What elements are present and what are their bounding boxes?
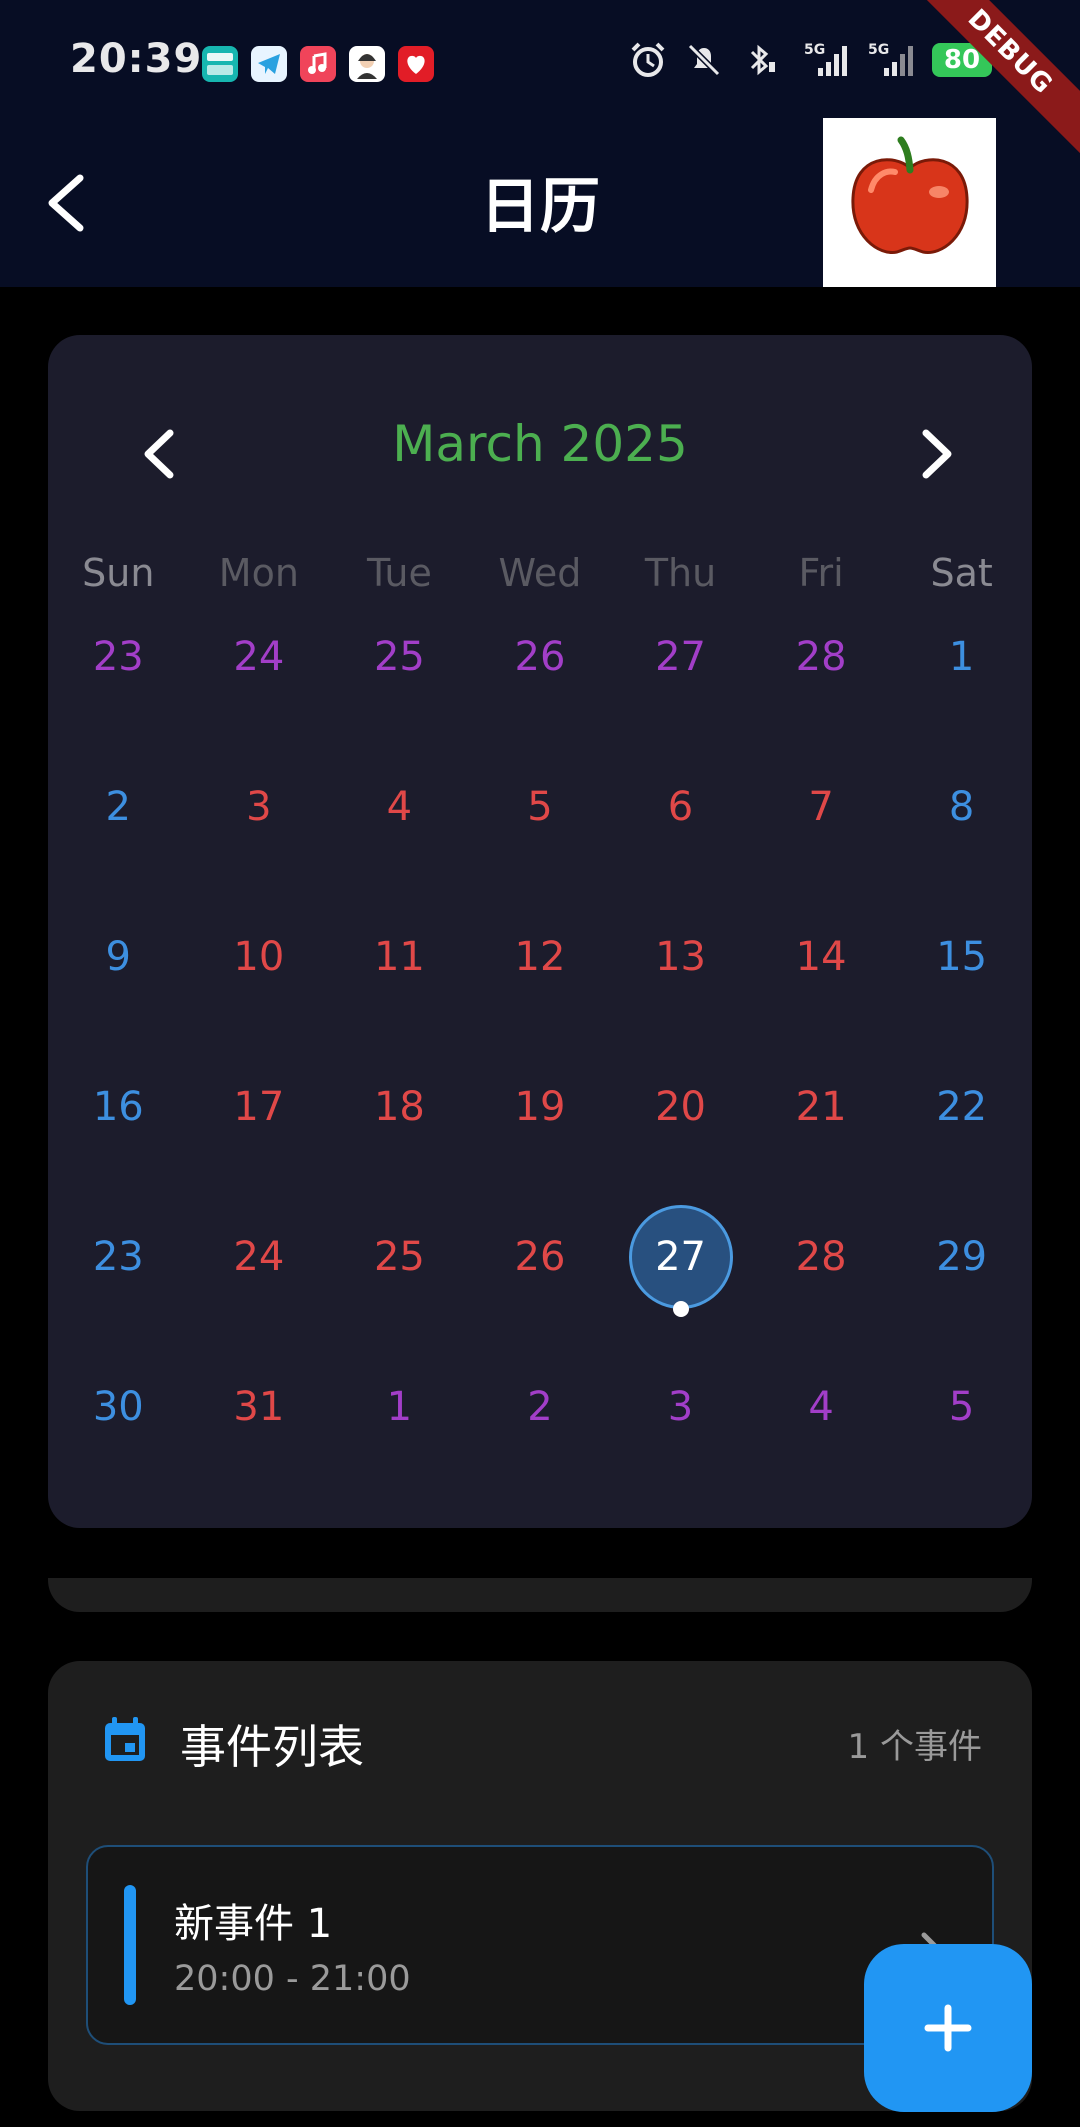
event-marker-dot (672, 1301, 689, 1317)
calendar-day[interactable]: 22 (891, 1075, 1032, 1225)
calendar-icon (105, 1717, 145, 1761)
calendar-week: 16 17 18 19 20 21 22 (48, 1075, 1032, 1225)
calendar-day[interactable]: 24 (189, 625, 330, 775)
weekday-label: Sun (82, 551, 155, 595)
calendar-day[interactable]: 19 (470, 1075, 611, 1225)
weekday-label: Thu (644, 551, 717, 595)
apple-avatar[interactable] (823, 118, 996, 287)
add-event-button[interactable] (864, 1944, 1032, 2112)
weekday-label: Mon (218, 551, 299, 595)
weekday-label: Fri (798, 551, 844, 595)
svg-text:5G: 5G (804, 42, 825, 58)
calendar-day[interactable]: 23 (48, 1225, 189, 1375)
event-color-bar (124, 1885, 136, 2005)
event-list-item[interactable]: 新事件 1 20:00 - 21:00 (86, 1845, 994, 2045)
calendar-day[interactable]: 5 (891, 1375, 1032, 1525)
calendar-day[interactable]: 12 (470, 925, 611, 1075)
svg-text:5G: 5G (868, 42, 889, 58)
calendar-day[interactable]: 20 (610, 1075, 751, 1225)
calendar-day[interactable]: 1 (891, 625, 1032, 775)
calendar-week: 2 3 4 5 6 7 8 (48, 775, 1032, 925)
chevron-right-icon (922, 429, 952, 479)
calendar-day-selected[interactable]: 27 (610, 1205, 751, 1375)
next-month-button[interactable] (906, 419, 966, 489)
boss-app-icon (202, 46, 238, 82)
calendar-day[interactable]: 7 (751, 775, 892, 925)
calendar-day[interactable]: 8 (891, 775, 1032, 925)
calendar-day[interactable]: 3 (610, 1375, 751, 1525)
calendar-day[interactable]: 26 (470, 625, 611, 775)
calendar-day[interactable]: 23 (48, 625, 189, 775)
signal-5g-icon: 5G (804, 42, 847, 76)
calendar-day[interactable]: 16 (48, 1075, 189, 1225)
calendar-day[interactable]: 13 (610, 925, 751, 1075)
events-title: 事件列表 (180, 1720, 364, 1774)
calendar-day[interactable]: 29 (891, 1225, 1032, 1375)
calendar-day[interactable]: 4 (751, 1375, 892, 1525)
calendar-day[interactable]: 30 (48, 1375, 189, 1525)
calendar-day[interactable]: 2 (48, 775, 189, 925)
app-header: 20:39 5G 5G 80 DEBUG 日历 (0, 0, 1080, 287)
alarm-icon (631, 42, 665, 77)
calendar-day[interactable]: 2 (470, 1375, 611, 1525)
calendar-day[interactable]: 4 (329, 775, 470, 925)
month-title: March 2025 (392, 415, 688, 473)
calendar-day[interactable]: 25 (329, 625, 470, 775)
calendar-day[interactable]: 21 (751, 1075, 892, 1225)
calendar-day[interactable]: 17 (189, 1075, 330, 1225)
music-icon (300, 46, 336, 82)
calendar-day[interactable]: 24 (189, 1225, 330, 1375)
calendar-day[interactable]: 6 (610, 775, 751, 925)
events-count: 1 个事件 (847, 1727, 982, 1767)
event-time: 20:00 - 21:00 (174, 1959, 411, 1999)
calendar-week: 23 24 25 26 27 28 1 (48, 625, 1032, 775)
calendar-card: March 2025 Sun Mon Tue Wed Thu Fri Sat 2… (48, 335, 1032, 1528)
notification-icons (202, 46, 434, 82)
telegram-icon (251, 46, 287, 82)
weekday-label: Tue (366, 551, 432, 595)
event-name: 新事件 1 (174, 1901, 333, 1947)
status-time: 20:39 (70, 36, 203, 82)
calendar-day[interactable]: 15 (891, 925, 1032, 1075)
plus-icon (924, 2004, 972, 2052)
calendar-day[interactable]: 25 (329, 1225, 470, 1375)
calendar-day[interactable]: 9 (48, 925, 189, 1075)
calendar-day[interactable]: 5 (470, 775, 611, 925)
signal-5g-icon-2: 5G (868, 42, 913, 76)
calendar-grid: 23 24 25 26 27 28 1 2 3 4 5 6 7 8 9 10 1… (48, 625, 1032, 1525)
mute-bell-icon (687, 43, 721, 77)
calendar-day[interactable]: 11 (329, 925, 470, 1075)
calendar-day[interactable]: 18 (329, 1075, 470, 1225)
pinduoduo-icon (398, 46, 434, 82)
calendar-day[interactable]: 1 (329, 1375, 470, 1525)
weekday-label: Sat (930, 551, 993, 595)
weekday-label: Wed (498, 551, 582, 595)
calendar-week: 9 10 11 12 13 14 15 (48, 925, 1032, 1075)
calendar-day[interactable]: 28 (751, 1225, 892, 1375)
weekday-header: Sun Mon Tue Wed Thu Fri Sat (48, 551, 1032, 595)
calendar-day[interactable]: 14 (751, 925, 892, 1075)
calendar-day[interactable]: 28 (751, 625, 892, 775)
system-status-icons: 5G 5G 80 (628, 40, 992, 80)
calendar-day[interactable]: 3 (189, 775, 330, 925)
calendar-week: 30 31 1 2 3 4 5 (48, 1375, 1032, 1525)
calendar-day[interactable]: 10 (189, 925, 330, 1075)
apple-icon (850, 136, 969, 254)
collapsed-card (48, 1578, 1032, 1612)
avatar-app-icon (349, 46, 385, 82)
calendar-day[interactable]: 27 (610, 625, 751, 775)
bluetooth-icon (750, 44, 775, 76)
calendar-day[interactable]: 26 (470, 1225, 611, 1375)
calendar-week: 23 24 25 26 27 28 29 (48, 1205, 1032, 1375)
calendar-day[interactable]: 31 (189, 1375, 330, 1525)
